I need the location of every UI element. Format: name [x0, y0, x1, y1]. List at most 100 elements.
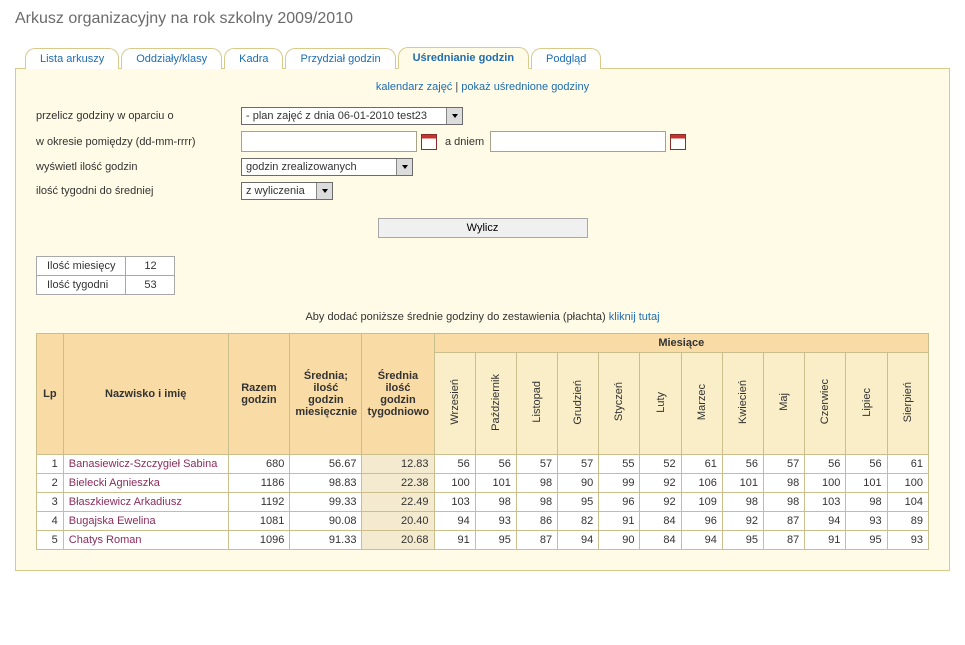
cell-lp: 5 — [37, 531, 64, 550]
cell-month-value: 56 — [805, 455, 846, 474]
cell-month-value: 96 — [599, 493, 640, 512]
chevron-down-icon[interactable] — [316, 183, 332, 199]
cell-month-value: 55 — [599, 455, 640, 474]
cell-avg-month: 91.33 — [290, 531, 362, 550]
cell-month-value: 101 — [846, 474, 887, 493]
cell-month-value: 98 — [764, 474, 805, 493]
cell-month-value: 106 — [681, 474, 722, 493]
cell-month-value: 101 — [722, 474, 763, 493]
summary-table: Ilość miesięcy 12 Ilość tygodni 53 — [36, 256, 175, 295]
tab-kadra[interactable]: Kadra — [224, 48, 283, 69]
link-pokaz-usrednione-godziny[interactable]: pokaż uśrednione godziny — [461, 81, 589, 93]
link-kalendarz-zajec[interactable]: kalendarz zajęć — [376, 81, 452, 93]
cell-sum: 680 — [228, 455, 290, 474]
summary-label: Ilość miesięcy — [37, 257, 126, 276]
cell-avg-week: 12.83 — [362, 455, 434, 474]
select-wyswietl-godzin-value: godzin zrealizowanych — [242, 159, 396, 175]
select-plan-zajec[interactable]: - plan zajęć z dnia 06-01-2010 test23 — [241, 107, 463, 125]
cell-month-value: 87 — [516, 531, 557, 550]
table-row: 2Bielecki Agnieszka118698.8322.381001019… — [37, 474, 929, 493]
cell-month-value: 93 — [887, 531, 928, 550]
person-link[interactable]: Chatys Roman — [69, 534, 142, 546]
tab-oddzialy-klasy[interactable]: Oddziały/klasy — [121, 48, 222, 69]
content-panel: kalendarz zajęć | pokaż uśrednione godzi… — [15, 69, 950, 571]
col-month: Lipiec — [846, 353, 887, 455]
cell-month-value: 89 — [887, 512, 928, 531]
cell-month-value: 87 — [764, 512, 805, 531]
tab-przydzial-godzin[interactable]: Przydział godzin — [285, 48, 395, 69]
cell-avg-week: 22.38 — [362, 474, 434, 493]
cell-avg-month: 90.08 — [290, 512, 362, 531]
table-caption: Aby dodać poniższe średnie godziny do ze… — [36, 311, 929, 323]
cell-month-value: 57 — [558, 455, 599, 474]
cell-month-value: 94 — [558, 531, 599, 550]
cell-month-value: 95 — [558, 493, 599, 512]
tab-usrednianie-godzin[interactable]: Uśrednianie godzin — [398, 47, 529, 69]
tab-lista-arkuszy[interactable]: Lista arkuszy — [25, 48, 119, 69]
chevron-down-icon[interactable] — [446, 108, 462, 124]
cell-month-value: 99 — [599, 474, 640, 493]
summary-value: 12 — [126, 257, 175, 276]
cell-lp: 3 — [37, 493, 64, 512]
cell-name: Banasiewicz-Szczygieł Sabina — [63, 455, 228, 474]
person-link[interactable]: Błaszkiewicz Arkadiusz — [69, 496, 182, 508]
cell-month-value: 94 — [434, 512, 475, 531]
cell-month-value: 98 — [846, 493, 887, 512]
cell-name: Bugajska Ewelina — [63, 512, 228, 531]
label-w-okresie-pomiedzy: w okresie pomiędzy (dd-mm-rrrr) — [36, 136, 241, 148]
date-from-input[interactable] — [241, 131, 417, 152]
cell-month-value: 98 — [764, 493, 805, 512]
cell-month-value: 56 — [722, 455, 763, 474]
col-nazwisko: Nazwisko i imię — [63, 334, 228, 455]
cell-month-value: 103 — [805, 493, 846, 512]
tab-podglad[interactable]: Podgląd — [531, 48, 601, 69]
cell-sum: 1096 — [228, 531, 290, 550]
cell-month-value: 82 — [558, 512, 599, 531]
cell-lp: 4 — [37, 512, 64, 531]
cell-month-value: 84 — [640, 512, 681, 531]
cell-month-value: 98 — [475, 493, 516, 512]
label-przelicz-godziny: przelicz godziny w oparciu o — [36, 110, 241, 122]
person-link[interactable]: Bielecki Agnieszka — [69, 477, 160, 489]
calendar-icon[interactable] — [421, 134, 437, 150]
cell-month-value: 95 — [475, 531, 516, 550]
col-month: Sierpień — [887, 353, 928, 455]
link-kliknij-tutaj[interactable]: kliknij tutaj — [609, 311, 660, 323]
calendar-icon[interactable] — [670, 134, 686, 150]
cell-month-value: 98 — [516, 474, 557, 493]
cell-name: Chatys Roman — [63, 531, 228, 550]
col-month: Październik — [475, 353, 516, 455]
cell-month-value: 100 — [434, 474, 475, 493]
person-link[interactable]: Banasiewicz-Szczygieł Sabina — [69, 458, 218, 470]
cell-month-value: 86 — [516, 512, 557, 531]
cell-month-value: 56 — [846, 455, 887, 474]
table-row: 5Chatys Roman109691.3320.689195879490849… — [37, 531, 929, 550]
label-a-dniem: a dniem — [445, 136, 484, 148]
cell-month-value: 56 — [475, 455, 516, 474]
cell-month-value: 57 — [764, 455, 805, 474]
col-month: Marzec — [681, 353, 722, 455]
select-ilosc-tygodni[interactable]: z wyliczenia — [241, 182, 333, 200]
person-link[interactable]: Bugajska Ewelina — [69, 515, 156, 527]
date-to-input[interactable] — [490, 131, 666, 152]
table-row: 1Banasiewicz-Szczygieł Sabina68056.6712.… — [37, 455, 929, 474]
chevron-down-icon[interactable] — [396, 159, 412, 175]
wylicz-button[interactable]: Wylicz — [378, 218, 588, 238]
cell-sum: 1186 — [228, 474, 290, 493]
cell-avg-week: 20.68 — [362, 531, 434, 550]
table-row: 4Bugajska Ewelina108190.0820.40949386829… — [37, 512, 929, 531]
cell-sum: 1081 — [228, 512, 290, 531]
select-ilosc-tygodni-value: z wyliczenia — [242, 183, 316, 199]
col-srednia-tygodniowo: Średnia ilość godzin tygodniowo — [362, 334, 434, 455]
col-srednia-miesiecznie: Średnia; ilość godzin miesięcznie — [290, 334, 362, 455]
cell-month-value: 87 — [764, 531, 805, 550]
cell-month-value: 95 — [722, 531, 763, 550]
cell-month-value: 61 — [681, 455, 722, 474]
col-month: Styczeń — [599, 353, 640, 455]
cell-month-value: 90 — [558, 474, 599, 493]
cell-month-value: 61 — [887, 455, 928, 474]
select-wyswietl-godzin[interactable]: godzin zrealizowanych — [241, 158, 413, 176]
cell-month-value: 104 — [887, 493, 928, 512]
summary-label: Ilość tygodni — [37, 276, 126, 295]
label-wyswietl-ilosc-godzin: wyświetl ilość godzin — [36, 161, 241, 173]
